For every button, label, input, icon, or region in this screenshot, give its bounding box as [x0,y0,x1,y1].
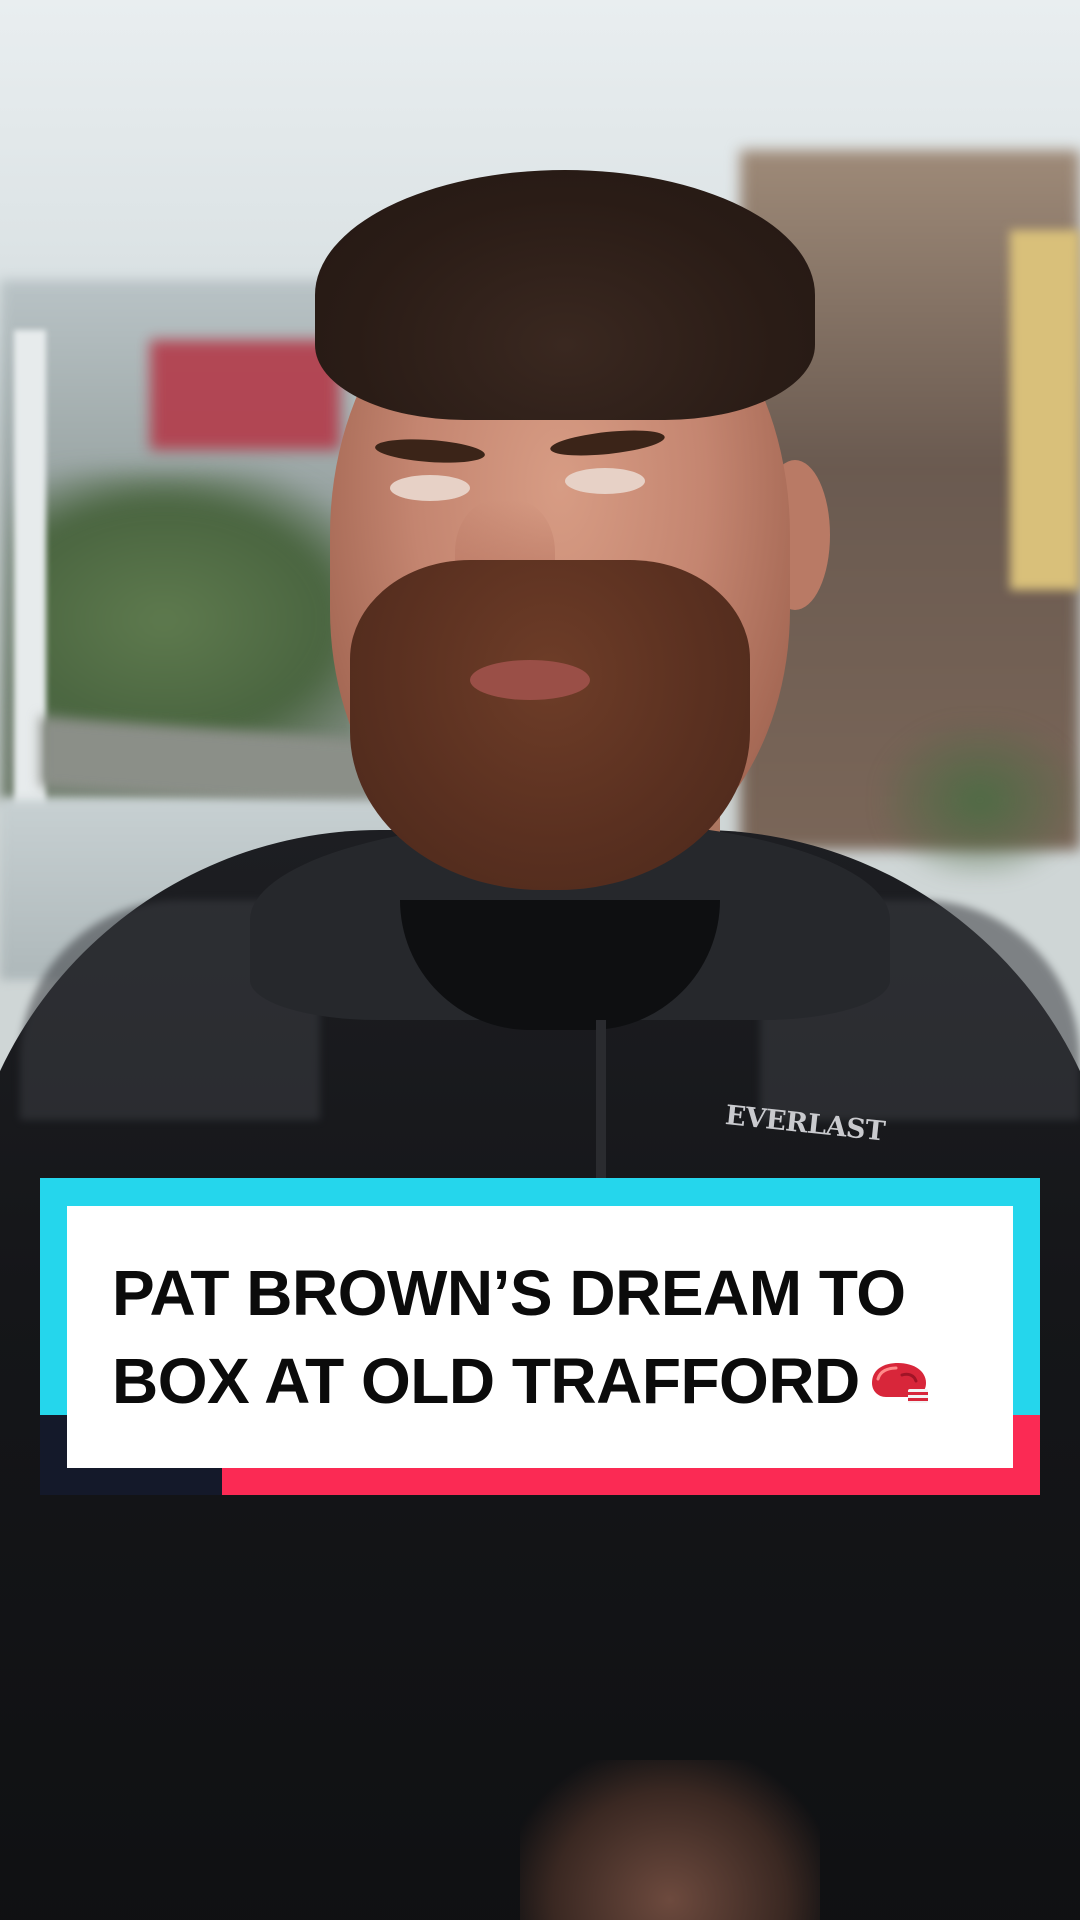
hair [315,170,815,420]
caption-line-2: BOX AT OLD TRAFFORD [112,1345,860,1417]
boxing-glove-icon [871,1363,928,1403]
beard [350,560,750,890]
mouth [470,660,590,700]
hoodie-zip [596,1020,606,1180]
caption-box: PAT BROWN’S DREAM TO BOX AT OLD TRAFFORD [67,1206,1013,1468]
caption-line-1: PAT BROWN’S DREAM TO [112,1257,906,1329]
background-trees-right [880,720,1080,880]
clasped-hands [520,1760,820,1920]
background-red-sign [150,340,340,450]
caption-card: PAT BROWN’S DREAM TO BOX AT OLD TRAFFORD [40,1178,1040,1495]
eye-left [390,475,470,501]
caption-title: PAT BROWN’S DREAM TO BOX AT OLD TRAFFORD [112,1249,930,1425]
eye-right [565,468,645,494]
caption-line-2-wrap: BOX AT OLD TRAFFORD [112,1337,930,1425]
video-frame: EVERLAST [0,0,1080,1920]
background-yellow-building [1010,230,1080,590]
